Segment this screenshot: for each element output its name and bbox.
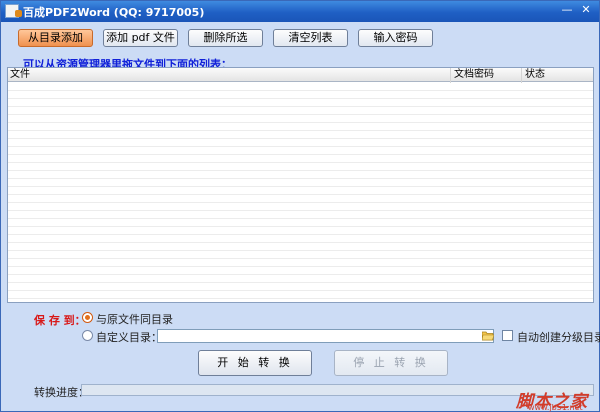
auto-subdir-label[interactable]: 自动创建分级目录 (517, 329, 600, 345)
folder-icon[interactable] (482, 330, 494, 341)
file-list-header: 文件 文档密码 状态 (8, 68, 593, 82)
minimize-button[interactable]: — (560, 4, 574, 18)
window-title: 百成PDF2Word (QQ: 9717005) (23, 6, 205, 19)
same-dir-label[interactable]: 与原文件同目录 (96, 311, 173, 327)
file-list[interactable]: 文件 文档密码 状态 (7, 67, 594, 303)
app-icon (5, 4, 22, 18)
column-header-status[interactable]: 状态 (523, 68, 545, 82)
add-pdf-file-button[interactable]: 添加 pdf 文件 (103, 29, 178, 47)
enter-password-button[interactable]: 输入密码 (358, 29, 433, 47)
delete-selected-button[interactable]: 删除所选 (188, 29, 263, 47)
app-window: 百成PDF2Word (QQ: 9717005) — ✕ 从目录添加 添加 pd… (0, 0, 600, 412)
watermark-url: www.jb51.net (528, 403, 583, 412)
custom-dir-label[interactable]: 自定义目录： (96, 329, 162, 345)
column-header-password[interactable]: 文档密码 (452, 68, 494, 82)
same-dir-radio[interactable] (82, 312, 93, 323)
stop-convert-button[interactable]: 停 止 转 换 (334, 350, 448, 376)
title-bar[interactable]: 百成PDF2Word (QQ: 9717005) — ✕ (1, 1, 599, 22)
close-button[interactable]: ✕ (579, 4, 593, 18)
column-header-file[interactable]: 文件 (8, 68, 30, 82)
clear-list-button[interactable]: 清空列表 (273, 29, 348, 47)
file-list-rows (8, 83, 593, 302)
auto-subdir-checkbox[interactable] (502, 330, 513, 341)
add-from-folder-button[interactable]: 从目录添加 (18, 29, 93, 47)
custom-dir-radio[interactable] (82, 330, 93, 341)
save-to-label: 保 存 到： (34, 314, 86, 327)
custom-dir-input[interactable] (157, 329, 494, 343)
start-convert-button[interactable]: 开 始 转 换 (198, 350, 312, 376)
